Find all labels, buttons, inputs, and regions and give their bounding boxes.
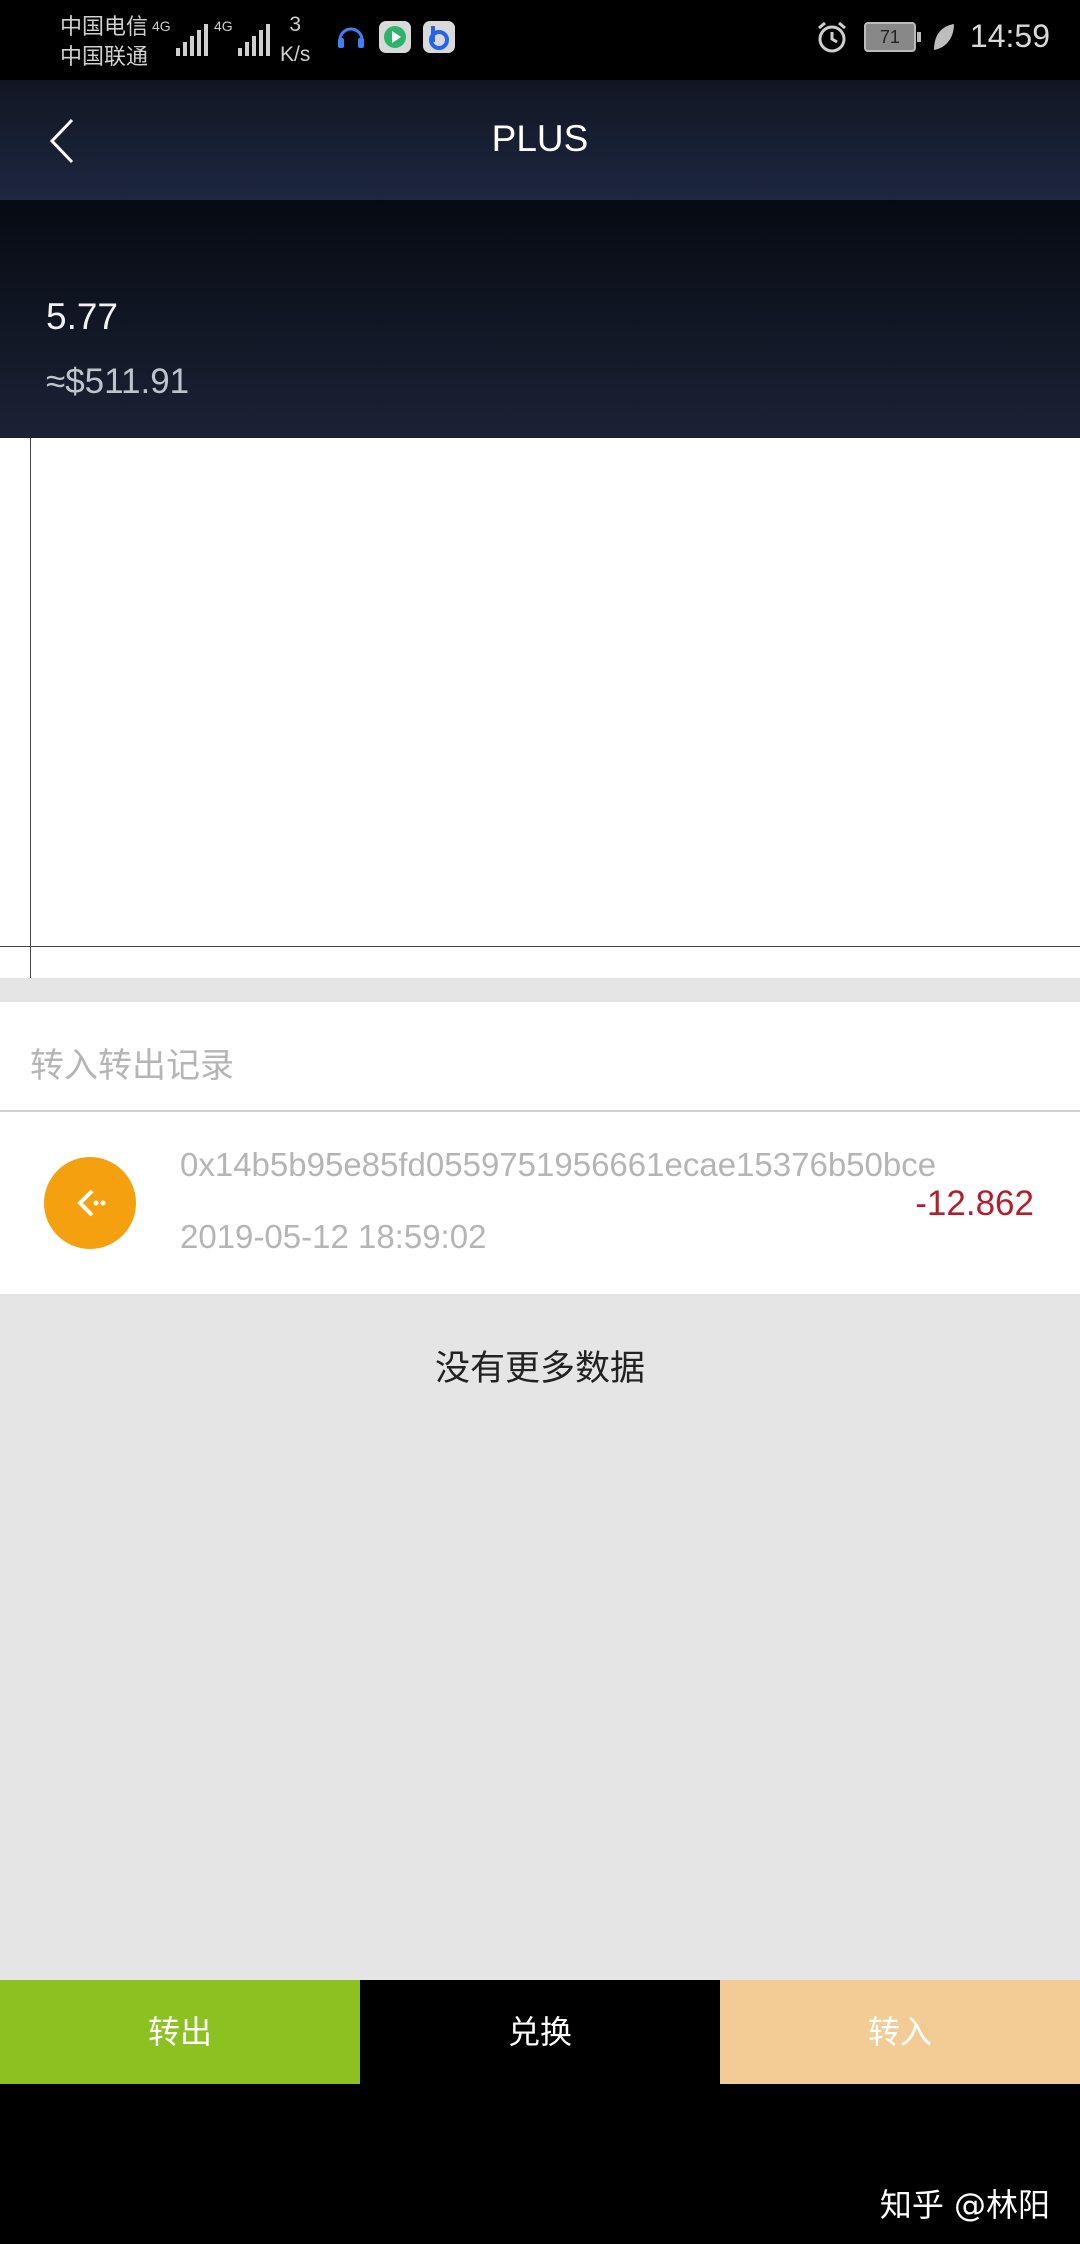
watermark: 知乎 @林阳: [879, 2186, 1050, 2224]
record-amount: -12.862: [915, 1184, 1034, 1223]
system-nav-bar: 知乎 @林阳: [0, 2084, 1080, 2244]
fiat-balance: ≈$511.91: [46, 362, 190, 401]
network-speed-unit: K/s: [280, 43, 311, 66]
battery-level: 71: [879, 26, 900, 47]
send-button[interactable]: 转出: [0, 1980, 360, 2084]
signal-icon-1: 4G: [152, 18, 208, 56]
record-date: 2019-05-12 18:59:02: [180, 1218, 487, 1255]
records-header: 转入转出记录: [0, 1002, 1080, 1112]
list-item[interactable]: 0x14b5b95e85fd0559751956661ecae15376b50b…: [0, 1112, 1080, 1294]
notification-icons: [334, 20, 456, 54]
carrier-names: 中国电信 中国联通: [60, 12, 148, 72]
page-title: PLUS: [491, 118, 589, 159]
alarm-icon: [817, 21, 846, 52]
leaf-icon: [933, 23, 954, 50]
record-hash: 0x14b5b95e85fd0559751956661ecae15376b50b…: [180, 1146, 937, 1183]
balance-panel: 5.77 ≈$511.91: [0, 200, 1080, 438]
clock: 14:59: [969, 18, 1050, 54]
no-more-data: 没有更多数据: [434, 1349, 645, 1389]
carrier-1: 中国电信: [60, 14, 149, 39]
swap-button[interactable]: 兑换: [360, 1980, 720, 2084]
transfer-in-icon: [44, 1157, 136, 1249]
network-speed-value: 3: [289, 13, 302, 36]
battery-icon: 71: [863, 21, 921, 52]
video-app-icon: [379, 21, 411, 53]
carrier-2: 中国联通: [60, 44, 149, 69]
status-bar: 中国电信 中国联通 4G 4G 3 K/s 71 14:59: [0, 0, 1080, 80]
action-bar: 转出 兑换 转入: [0, 1980, 1080, 2084]
price-chart: [0, 438, 1080, 978]
headset-notification-icon: [338, 27, 364, 48]
token-balance: 5.77: [46, 296, 119, 337]
network-speed: 3 K/s: [280, 10, 310, 70]
signal-icon-2: 4G: [214, 18, 270, 56]
app-header: PLUS: [0, 80, 1080, 200]
network-type-1: 4G: [152, 18, 171, 34]
records-title: 转入转出记录: [30, 1047, 234, 1085]
chart-y-axis: [30, 438, 31, 978]
status-right: 71 14:59: [814, 18, 1050, 55]
receive-button[interactable]: 转入: [720, 1980, 1080, 2084]
b-app-icon: [423, 21, 455, 53]
chart-x-axis: [0, 946, 1080, 947]
network-type-2: 4G: [214, 18, 233, 34]
